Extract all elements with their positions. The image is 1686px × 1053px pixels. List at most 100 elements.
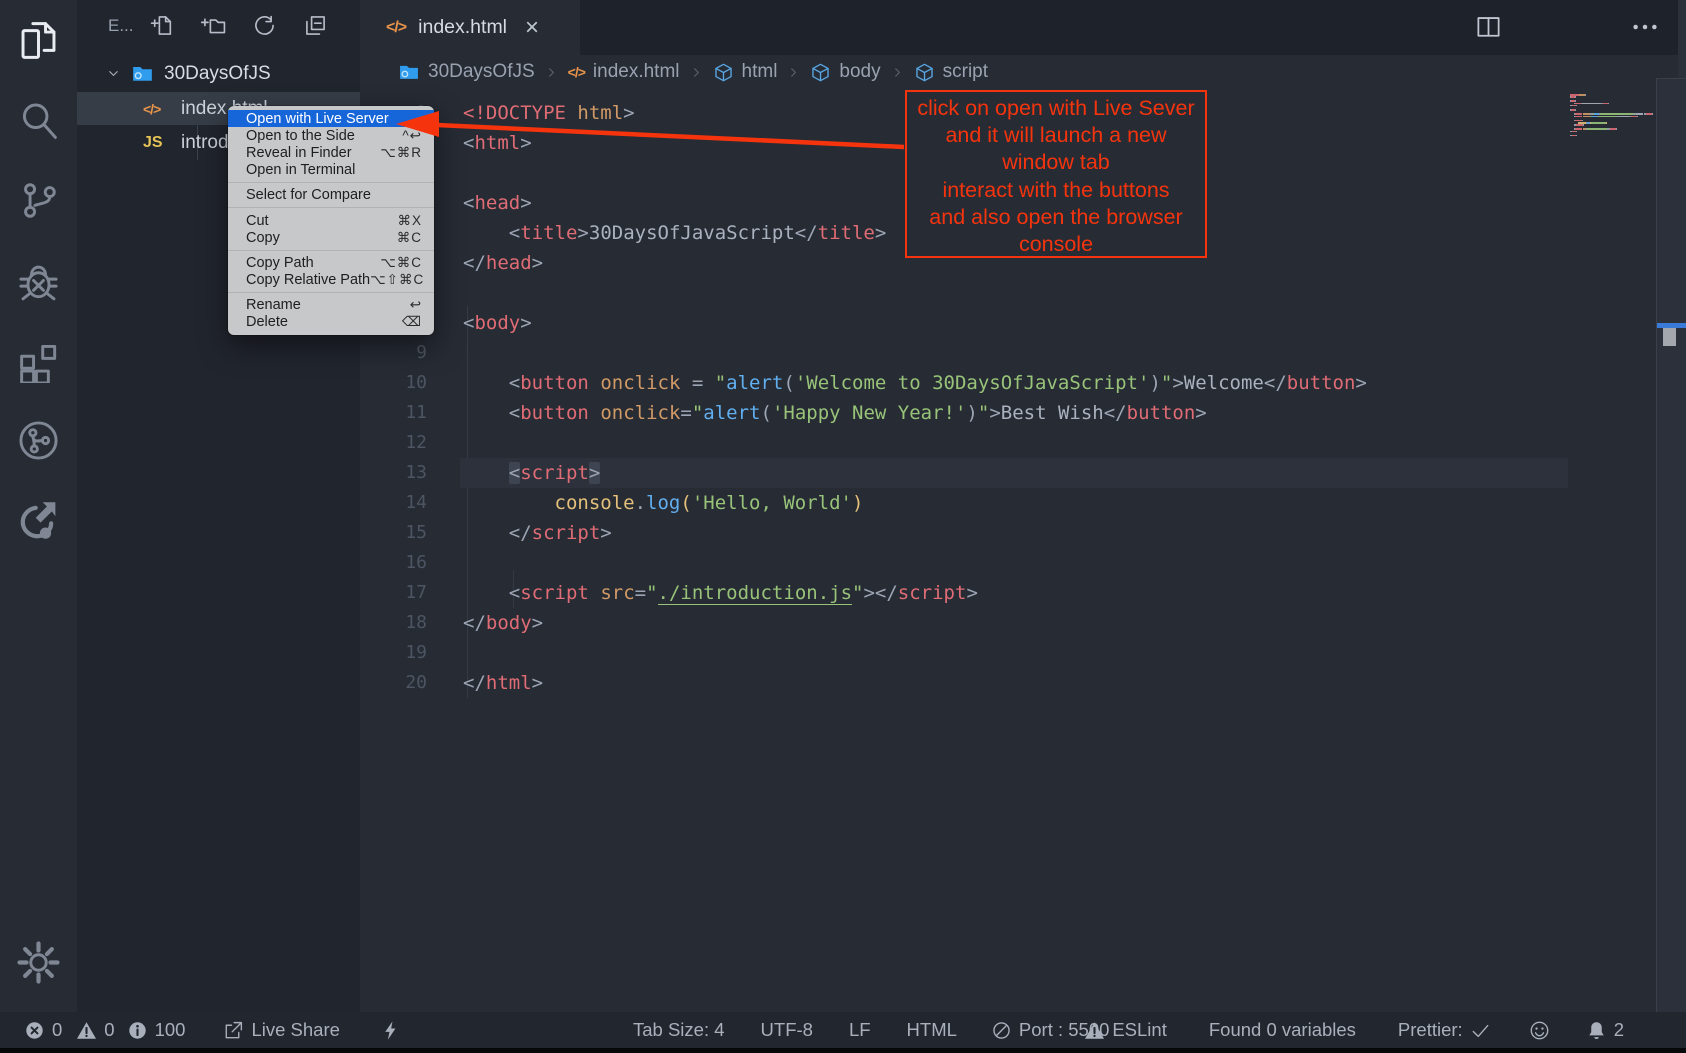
breadcrumb-label: 30DaysOfJS — [428, 61, 535, 83]
status-item-errors[interactable]: 0 — [24, 1019, 62, 1041]
breadcrumb-label: html — [742, 61, 778, 83]
menu-item-select-for-compare[interactable]: Select for Compare — [228, 187, 434, 204]
status-item-live-share[interactable]: Live Share — [223, 1019, 339, 1041]
menu-item-shortcut: ⌥⇧⌘C — [370, 272, 424, 288]
breadcrumb-item-body[interactable]: body — [810, 61, 880, 83]
breadcrumb-item-html[interactable]: html — [713, 61, 778, 83]
menu-item-label: Cut — [246, 213, 269, 229]
symbol-cube-icon — [914, 62, 935, 83]
status-item-label: HTML — [907, 1019, 957, 1041]
menu-item-open-with-live-server[interactable]: Open with Live Server — [228, 110, 434, 127]
menu-item-cut[interactable]: Cut⌘X — [228, 212, 434, 229]
breadcrumb-item-30DaysOfJS[interactable]: 30DaysOfJS — [398, 61, 535, 83]
activity-bar-item-extensions[interactable] — [16, 338, 61, 383]
close-tab-icon[interactable]: × — [525, 16, 539, 40]
status-item-label: 2 — [1614, 1019, 1624, 1041]
code-line-18[interactable]: 18</body> — [360, 608, 1686, 638]
status-item-tab-size[interactable]: Tab Size: 4 — [633, 1019, 725, 1041]
html-file-icon: </> — [143, 101, 171, 117]
activity-bar-item-run-debug[interactable] — [16, 258, 61, 303]
menu-item-label: Open in Terminal — [246, 162, 355, 178]
code-line-14[interactable]: 14 console.log('Hello, World') — [360, 488, 1686, 518]
code-line-8[interactable]: 8<body> — [360, 308, 1686, 338]
status-item-eslint[interactable]: ESLint — [1084, 1019, 1167, 1041]
status-item-live-server-action[interactable] — [380, 1020, 401, 1041]
activity-bar-item-source-control[interactable] — [16, 178, 61, 223]
breadcrumb-label: index.html — [593, 61, 680, 83]
menu-item-copy[interactable]: Copy⌘C — [228, 229, 434, 246]
status-item-language-mode[interactable]: HTML — [907, 1019, 957, 1041]
code-line-10[interactable]: 10 <button onclick = "alert('Welcome to … — [360, 368, 1686, 398]
right-edge-panel — [1678, 0, 1686, 78]
status-item-eol[interactable]: LF — [849, 1019, 871, 1041]
status-item-label: Found 0 variables — [1209, 1019, 1356, 1041]
code-line-13[interactable]: 13 <script> — [360, 458, 1686, 488]
menu-item-label: Open with Live Server — [246, 111, 389, 127]
circle-slash-icon — [991, 1020, 1012, 1041]
activity-bar-item-explorer[interactable] — [16, 18, 61, 63]
menu-item-shortcut: ^↩ — [402, 128, 422, 144]
code-line-11[interactable]: 11 <button onclick="alert('Happy New Yea… — [360, 398, 1686, 428]
more-actions-icon[interactable] — [1630, 12, 1660, 42]
split-editor-icon[interactable] — [1475, 13, 1502, 40]
code-line-17[interactable]: 17 <script src="./introduction.js"></scr… — [360, 578, 1686, 608]
line-number: 10 — [360, 368, 427, 398]
code-text: <button onclick="alert('Happy New Year!'… — [463, 398, 1207, 428]
new-folder-icon[interactable] — [201, 13, 226, 38]
code-line-20[interactable]: 20</html> — [360, 668, 1686, 698]
breadcrumb-item-index-html[interactable]: </> index.html — [568, 61, 680, 83]
code-text: <html> — [463, 128, 532, 158]
line-number: 13 — [360, 458, 427, 488]
menu-item-delete[interactable]: Delete⌫ — [228, 314, 434, 331]
activity-bar-item-search[interactable] — [16, 98, 61, 143]
line-number: 18 — [360, 608, 427, 638]
menu-item-copy-relative-path[interactable]: Copy Relative Path⌥⇧⌘C — [228, 272, 434, 289]
menu-item-label: Copy — [246, 230, 280, 246]
menu-item-label: Open to the Side — [246, 128, 355, 144]
status-item-feedback-smiley[interactable] — [1529, 1020, 1550, 1041]
menu-item-reveal-in-finder[interactable]: Reveal in Finder⌥⌘R — [228, 144, 434, 161]
html-file-icon: </> — [386, 19, 406, 37]
explorer-actions — [150, 13, 328, 38]
activity-bar-item-gitlens[interactable] — [16, 418, 61, 463]
line-number: 20 — [360, 668, 427, 698]
status-item-infos[interactable]: 100 — [127, 1019, 186, 1041]
status-item-warnings[interactable]: 0 — [76, 1019, 114, 1041]
menu-separator — [228, 250, 434, 251]
minimap[interactable] — [1570, 94, 1660, 142]
tree-item-root-folder[interactable]: 30DaysOfJS — [77, 57, 360, 90]
symbol-cube-icon — [713, 62, 734, 83]
refresh-explorer-icon[interactable] — [252, 13, 277, 38]
menu-item-open-in-terminal[interactable]: Open in Terminal — [228, 162, 434, 179]
code-line-7[interactable]: 7 — [360, 278, 1686, 308]
code-line-19[interactable]: 19 — [360, 638, 1686, 668]
status-item-notifications[interactable]: 2 — [1586, 1019, 1624, 1041]
breadcrumb-item-script[interactable]: script — [914, 61, 988, 83]
folder-icon — [398, 61, 420, 83]
code-line-16[interactable]: 16 — [360, 548, 1686, 578]
status-item-prettier[interactable]: Prettier: — [1398, 1019, 1491, 1041]
menu-item-label: Delete — [246, 314, 288, 330]
line-number: 14 — [360, 488, 427, 518]
activity-bar-item-settings[interactable] — [16, 940, 61, 985]
code-text: <button onclick = "alert('Welcome to 30D… — [463, 368, 1367, 398]
tab-strip: </> index.html × — [360, 0, 1686, 55]
code-line-12[interactable]: 12 — [360, 428, 1686, 458]
status-item-encoding[interactable]: UTF-8 — [761, 1019, 813, 1041]
tab-index-html[interactable]: </> index.html × — [360, 0, 580, 55]
menu-separator — [228, 207, 434, 208]
code-line-15[interactable]: 15 </script> — [360, 518, 1686, 548]
html-file-icon: </> — [568, 64, 585, 80]
code-line-9[interactable]: 9 — [360, 338, 1686, 368]
status-item-variables-count[interactable]: Found 0 variables — [1209, 1019, 1356, 1041]
status-item-label: UTF-8 — [761, 1019, 813, 1041]
menu-item-copy-path[interactable]: Copy Path⌥⌘C — [228, 254, 434, 271]
menu-item-rename[interactable]: Rename↩ — [228, 297, 434, 314]
menu-item-open-to-the-side[interactable]: Open to the Side ^↩ — [228, 127, 434, 144]
scrollbar-thumb[interactable] — [1663, 328, 1676, 346]
collapse-folders-icon[interactable] — [303, 13, 328, 38]
activity-bar — [0, 0, 77, 1012]
new-file-icon[interactable] — [150, 13, 175, 38]
activity-bar-item-live-share[interactable] — [16, 498, 61, 543]
warning-icon — [76, 1020, 97, 1041]
